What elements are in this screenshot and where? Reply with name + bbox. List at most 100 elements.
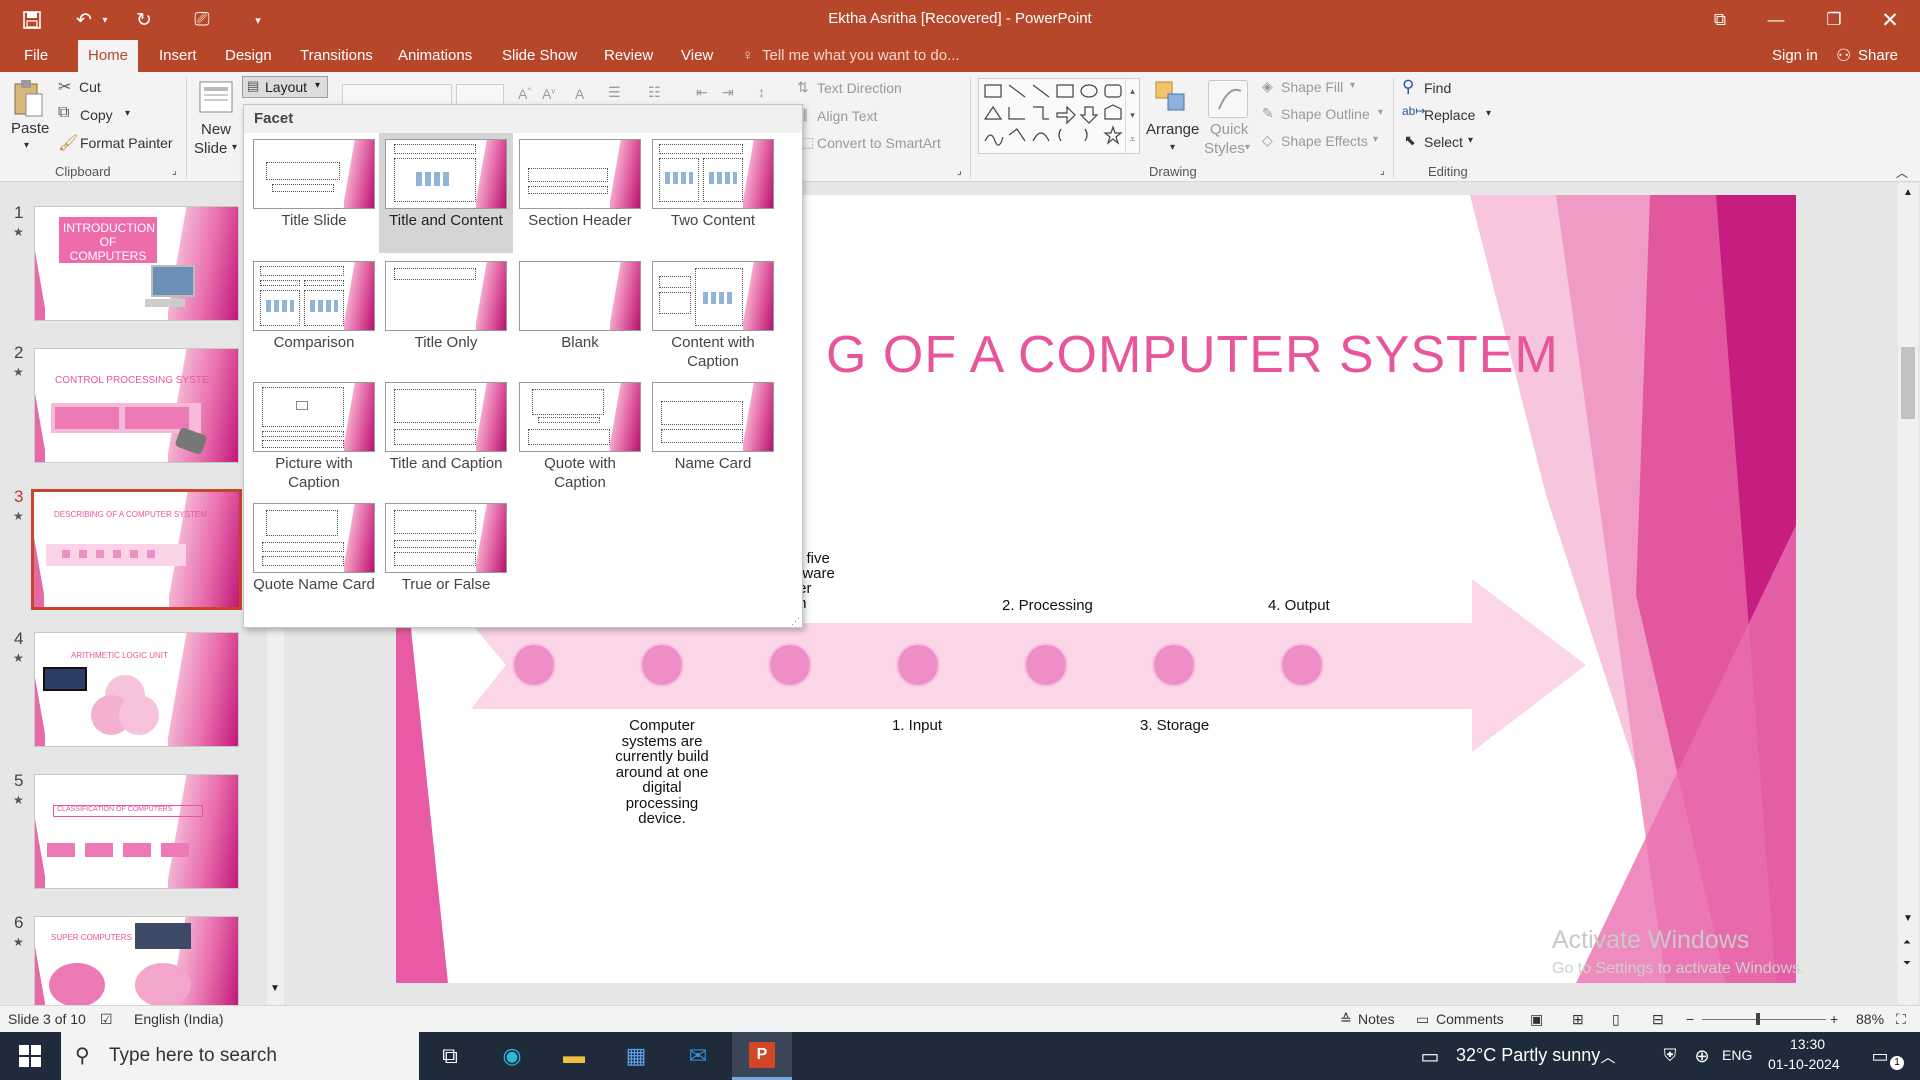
shape-effects-button[interactable]: Shape Effects	[1281, 133, 1368, 149]
security-icon[interactable]: ⛨	[1652, 1038, 1688, 1074]
close-button[interactable]: ✕	[1862, 0, 1918, 40]
slide-thumbnail-4[interactable]: ARITHMETIC LOGIC UNIT	[34, 632, 239, 747]
arrange-dropdown-icon[interactable]: ▾	[1170, 142, 1175, 153]
scroll-thumb[interactable]	[1901, 347, 1915, 419]
layout-title-and-content[interactable]: Title and Content	[379, 133, 513, 253]
comments-icon[interactable]: ▭	[1416, 1011, 1429, 1028]
store-icon[interactable]: ▦	[618, 1038, 654, 1074]
slide-sorter-icon[interactable]: ⊞	[1572, 1011, 1584, 1028]
slide-title[interactable]: G OF A COMPUTER SYSTEM	[826, 325, 1559, 385]
language-indicator[interactable]: ENG	[1722, 1047, 1752, 1063]
layout-two-content[interactable]: Two Content	[646, 135, 780, 253]
network-icon[interactable]: ⊕	[1684, 1038, 1720, 1074]
layout-blank[interactable]: Blank	[513, 257, 647, 375]
paragraph-launcher-icon[interactable]: ⌟	[957, 166, 962, 177]
layout-quote-name-card[interactable]: Quote Name Card	[247, 499, 381, 617]
shapes-gallery[interactable]: ▴ ▾ ⩡	[978, 78, 1140, 154]
layout-true-or-false[interactable]: True or False	[379, 499, 513, 617]
cut-icon[interactable]: ✂	[58, 77, 71, 97]
align-text-button[interactable]: Align Text	[817, 108, 877, 124]
tab-design[interactable]: Design	[225, 40, 272, 72]
tab-transitions[interactable]: Transitions	[300, 40, 373, 72]
text-direction-button[interactable]: Text Direction	[817, 80, 902, 96]
mail-icon[interactable]: ✉	[680, 1038, 716, 1074]
layout-button[interactable]: ▤ Layout ▾	[242, 76, 328, 98]
tab-file[interactable]: File	[24, 40, 48, 72]
layout-title-slide[interactable]: Title Slide	[247, 135, 381, 253]
edge-icon[interactable]: ◉	[494, 1038, 530, 1074]
tab-insert[interactable]: Insert	[159, 40, 197, 72]
paste-button[interactable]: Paste	[11, 120, 49, 137]
increase-indent-icon[interactable]: ⇥	[722, 84, 734, 101]
weather-icon[interactable]: ▭	[1412, 1038, 1448, 1074]
minimize-button[interactable]: —	[1748, 0, 1804, 40]
notes-icon[interactable]: ≙	[1340, 1011, 1352, 1028]
replace-button[interactable]: Replace	[1424, 107, 1475, 123]
copy-button[interactable]: Copy	[80, 107, 113, 123]
scroll-down-icon[interactable]: ▼	[1903, 913, 1913, 924]
ribbon-display-icon[interactable]: ⧉	[1692, 0, 1748, 40]
gallery-scroll[interactable]: ▴ ▾ ⩡	[1125, 79, 1139, 153]
comments-button[interactable]: Comments	[1436, 1011, 1504, 1027]
clear-format-icon[interactable]: A	[575, 86, 584, 102]
format-painter-button[interactable]: Format Painter	[80, 135, 173, 151]
tab-view[interactable]: View	[681, 40, 713, 72]
taskbar-search-box[interactable]: ⚲ Type here to search	[61, 1032, 419, 1080]
shape-outline-dropdown-icon[interactable]: ▾	[1378, 107, 1383, 118]
shape-outline-icon[interactable]: ✎	[1262, 105, 1274, 122]
replace-icon[interactable]: ab↦	[1402, 104, 1425, 118]
slide-thumbnail-2[interactable]: CONTROL PROCESSING SYSTE	[34, 348, 239, 463]
layout-section-header[interactable]: Section Header	[513, 135, 647, 253]
share-button[interactable]: Share	[1858, 40, 1898, 72]
cut-button[interactable]: Cut	[79, 79, 101, 95]
powerpoint-taskbar-button[interactable]: P	[732, 1032, 792, 1080]
bullets-icon[interactable]: ☰	[608, 84, 621, 101]
clock-date[interactable]: 01-10-2024	[1768, 1056, 1840, 1072]
editor-scrollbar[interactable]: ▲ ▼ ⏶ ⏷	[1898, 183, 1918, 1005]
scroll-down-icon[interactable]: ▼	[270, 983, 280, 994]
reading-view-icon[interactable]: ▯	[1612, 1011, 1620, 1028]
zoom-in-button[interactable]: +	[1830, 1011, 1838, 1027]
new-slide-dropdown-icon[interactable]: ▾	[232, 142, 237, 153]
zoom-slider[interactable]	[1702, 1013, 1826, 1025]
quick-styles-button[interactable]: Quick	[1210, 121, 1248, 138]
tab-slide-show[interactable]: Slide Show	[502, 40, 577, 72]
select-dropdown-icon[interactable]: ▾	[1468, 135, 1473, 146]
share-icon[interactable]: ⚇	[1836, 46, 1851, 66]
layout-content-with-caption[interactable]: Content with Caption	[646, 257, 780, 377]
shape-effects-dropdown-icon[interactable]: ▾	[1373, 134, 1378, 145]
new-slide-button[interactable]: New	[201, 121, 231, 138]
task-view-icon[interactable]: ⧉	[432, 1038, 468, 1074]
copy-icon[interactable]: ⧉	[58, 104, 69, 122]
weather-text[interactable]: 32°C Partly sunny	[1456, 1045, 1600, 1066]
spellcheck-icon[interactable]: ☑	[100, 1011, 113, 1028]
copy-dropdown-icon[interactable]: ▾	[125, 108, 130, 119]
clock-time[interactable]: 13:30	[1790, 1036, 1825, 1052]
paste-dropdown-icon[interactable]: ▾	[24, 140, 29, 151]
tab-review[interactable]: Review	[604, 40, 653, 72]
increase-font-icon[interactable]: A^	[518, 86, 531, 102]
notes-button[interactable]: Notes	[1358, 1011, 1395, 1027]
file-explorer-icon[interactable]: ▬	[556, 1038, 592, 1074]
zoom-slider-thumb[interactable]	[1756, 1013, 1760, 1025]
fit-slide-icon[interactable]: ⛶	[1896, 1011, 1906, 1028]
zoom-level[interactable]: 88%	[1856, 1011, 1884, 1027]
collapse-ribbon-icon[interactable]: ︿	[1896, 164, 1908, 181]
decrease-indent-icon[interactable]: ⇤	[696, 84, 708, 101]
chevron-up-icon[interactable]: ︿	[1590, 1038, 1626, 1074]
select-button[interactable]: Select	[1424, 134, 1463, 150]
shape-effects-icon[interactable]: ◇	[1262, 132, 1273, 149]
scroll-up-icon[interactable]: ▲	[1903, 187, 1913, 198]
new-slide-button-line2[interactable]: Slide	[194, 140, 227, 157]
next-slide-icon[interactable]: ⏷	[1903, 958, 1911, 969]
shape-fill-button[interactable]: Shape Fill	[1281, 79, 1343, 95]
normal-view-icon[interactable]: ▣	[1530, 1011, 1543, 1028]
shape-outline-button[interactable]: Shape Outline	[1281, 106, 1370, 122]
layout-title-only[interactable]: Title Only	[379, 257, 513, 375]
paste-icon[interactable]	[12, 78, 44, 118]
shape-fill-dropdown-icon[interactable]: ▾	[1350, 80, 1355, 91]
clipboard-launcher-icon[interactable]: ⌟	[172, 166, 177, 177]
slide-thumbnail-3[interactable]: DESCRIBING OF A COMPUTER SYSTEM	[31, 489, 242, 610]
format-painter-icon[interactable]: 🖌	[58, 133, 78, 153]
layout-title-and-caption[interactable]: Title and Caption	[379, 378, 513, 496]
